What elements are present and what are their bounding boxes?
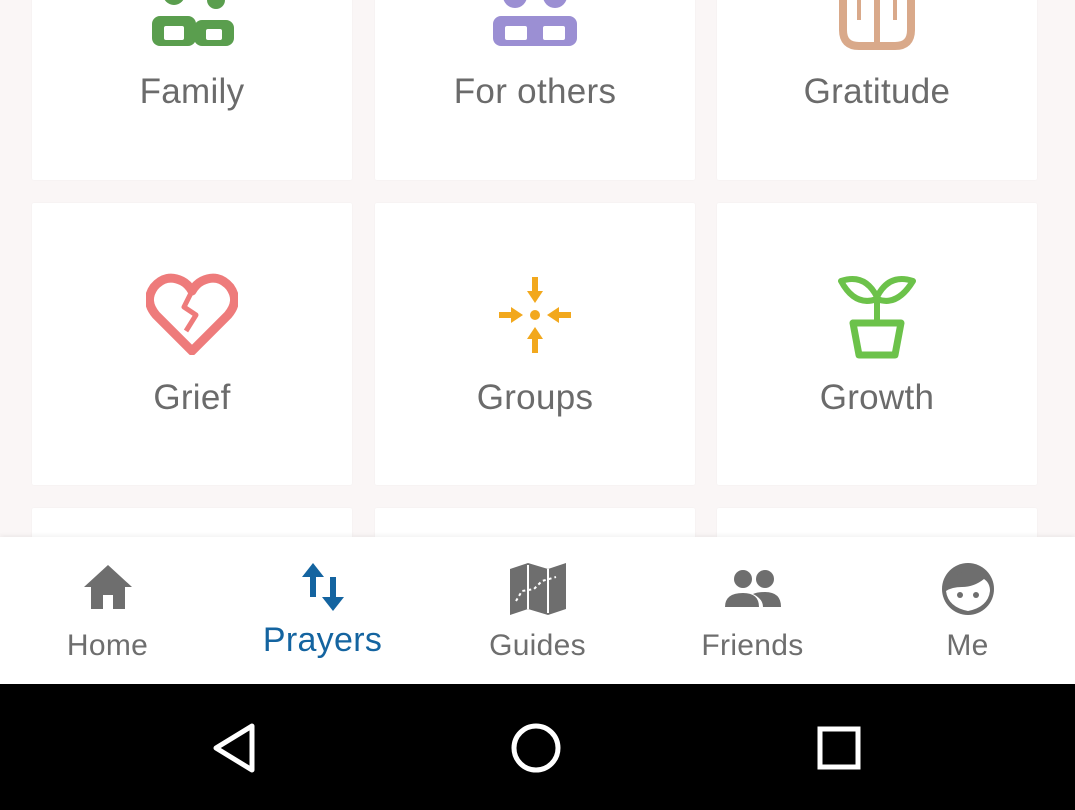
nav-label: Guides (489, 629, 586, 662)
app-screen: Family For others Gratitude Grief Groups… (0, 0, 1075, 810)
category-card-partial[interactable] (717, 508, 1037, 537)
system-navigation-bar (0, 684, 1075, 810)
category-card-growth[interactable]: Growth (717, 203, 1037, 485)
nav-label: Friends (701, 629, 804, 662)
category-card-for-others[interactable]: For others (375, 0, 695, 180)
category-label: Groups (476, 378, 594, 417)
nav-home[interactable]: Home (0, 537, 215, 684)
back-icon[interactable] (206, 720, 262, 776)
category-label: Gratitude (803, 72, 951, 111)
bottom-navigation: Home Prayers Guides Friends Me (0, 537, 1075, 684)
category-label: For others (453, 72, 617, 111)
nav-guides[interactable]: Guides (430, 537, 645, 684)
gratitude-icon (829, 0, 925, 55)
category-card-partial[interactable] (32, 508, 352, 537)
nav-label: Me (946, 629, 989, 662)
category-card-family[interactable]: Family (32, 0, 352, 180)
map-icon (508, 561, 568, 622)
category-card-grief[interactable]: Grief (32, 203, 352, 485)
category-label: Family (139, 72, 245, 111)
nav-label: Prayers (262, 621, 383, 659)
plant-icon (835, 271, 919, 366)
broken-heart-icon (145, 271, 239, 360)
for-others-icon (487, 0, 583, 55)
category-card-partial[interactable] (375, 508, 695, 537)
groups-icon (493, 271, 577, 366)
nav-friends[interactable]: Friends (645, 537, 860, 684)
home-circle-icon[interactable] (508, 720, 564, 776)
nav-me[interactable]: Me (860, 537, 1075, 684)
recents-icon[interactable] (811, 720, 867, 776)
category-label: Growth (819, 378, 935, 417)
nav-prayers[interactable]: Prayers (215, 537, 430, 684)
home-icon (80, 561, 136, 618)
category-grid: Family For others Gratitude Grief Groups… (0, 0, 1075, 537)
face-icon (940, 561, 996, 622)
prayers-arrows-icon (299, 561, 347, 618)
category-label: Grief (153, 378, 231, 417)
friends-icon (723, 561, 783, 618)
family-icon (144, 0, 240, 55)
category-card-gratitude[interactable]: Gratitude (717, 0, 1037, 180)
category-card-groups[interactable]: Groups (375, 203, 695, 485)
nav-label: Home (66, 629, 149, 662)
